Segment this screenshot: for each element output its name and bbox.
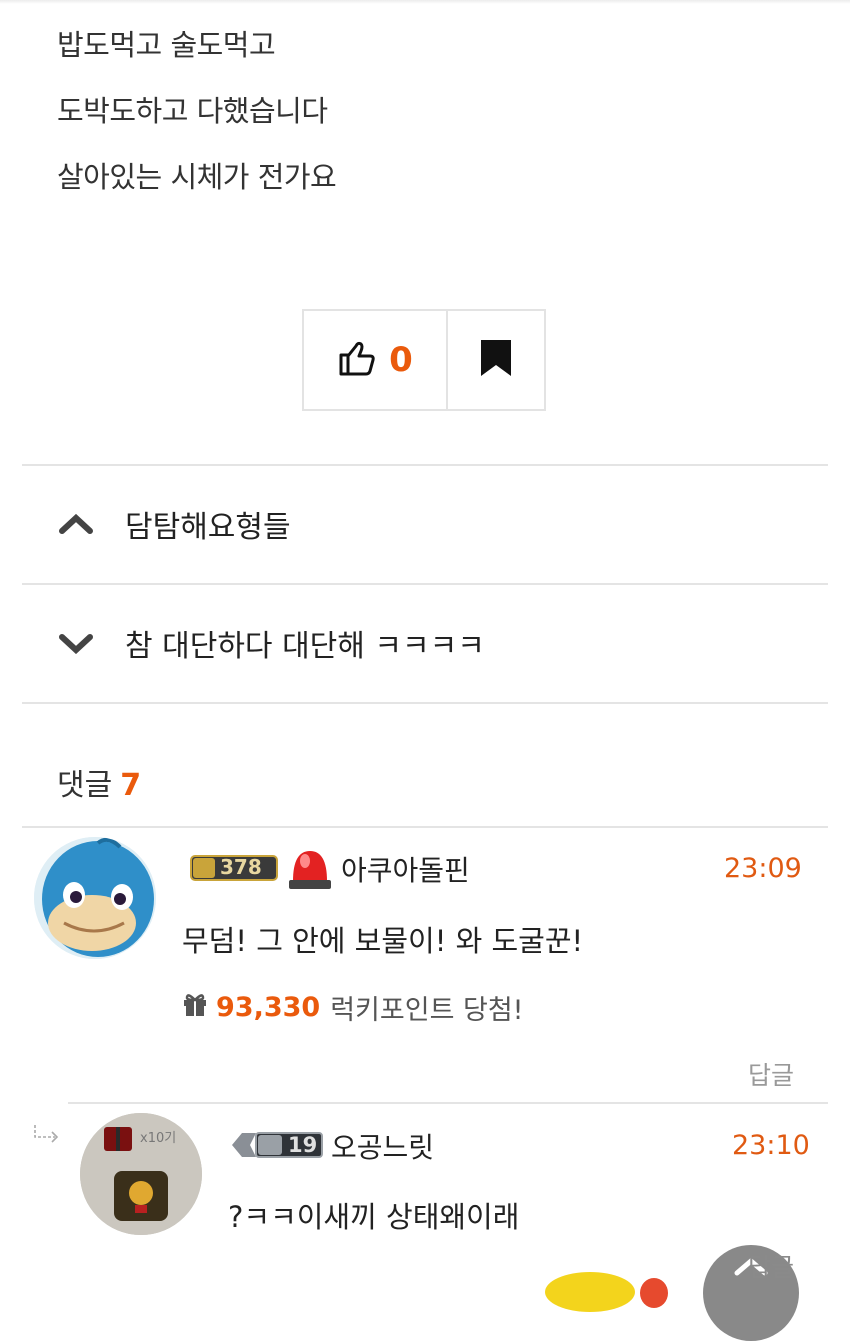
top-shadow [0, 0, 850, 4]
dolphin-avatar-icon [34, 837, 156, 959]
comment-text: ?ㅋㅋ이새끼 상태왜이래 [228, 1200, 520, 1234]
gift-icon [182, 991, 208, 1024]
post-actions: 0 [302, 309, 546, 411]
comment-nickname[interactable]: 오공느릿 [331, 1126, 434, 1166]
divider [68, 1102, 828, 1104]
post-line-3: 살아있는 시체가 전가요 [57, 160, 337, 194]
next-post-link[interactable]: 참 대단하다 대단해 ㅋㅋㅋㅋ [22, 585, 828, 701]
prev-post-link[interactable]: 담탐해요형들 [22, 466, 828, 582]
post-line-2: 도박도하고 다했습니다 [57, 94, 328, 128]
comments-count: 7 [120, 768, 142, 803]
like-button[interactable]: 0 [304, 311, 448, 409]
avatar[interactable]: x10기 [80, 1113, 202, 1235]
comment-text: 무덤! 그 안에 보물이! 와 도굴꾼! [182, 924, 584, 958]
rank-number: 378 [220, 855, 262, 879]
like-count: 0 [389, 340, 413, 380]
rank-number: 19 [288, 1133, 318, 1157]
reply-button[interactable]: 답글 [748, 1248, 794, 1284]
comment-time: 23:10 [732, 1130, 810, 1161]
prev-post-title: 담탐해요형들 [125, 510, 291, 545]
reply-arrow-icon [33, 1124, 61, 1148]
rank-badge: 378 [190, 853, 278, 883]
chevron-down-icon [57, 624, 95, 662]
comment-time: 23:09 [724, 853, 802, 884]
chevron-up-icon [57, 505, 95, 543]
bookmark-icon [480, 339, 512, 381]
decorative-shape [640, 1278, 668, 1308]
avatar-caption: x10기 [140, 1131, 177, 1146]
rank-badge: 19 [230, 1130, 324, 1160]
bookmark-button[interactable] [448, 311, 544, 409]
avatar[interactable] [34, 837, 156, 959]
siren-icon [285, 847, 335, 891]
next-post-title: 참 대단하다 대단해 ㅋㅋㅋㅋ [125, 629, 485, 664]
thumbs-up-icon [337, 338, 377, 382]
lucky-points: 93,330 [216, 992, 321, 1023]
post-line-1: 밥도먹고 술도먹고 [57, 28, 276, 62]
divider [22, 826, 828, 828]
lucky-text: 럭키포인트 당첨! [330, 995, 524, 1026]
comment-nickname[interactable]: 아쿠아돌핀 [341, 849, 470, 889]
divider [22, 702, 828, 704]
comments-header: 댓글 7 [57, 760, 141, 804]
reply-button[interactable]: 답글 [748, 1056, 794, 1092]
comments-label: 댓글 [57, 768, 113, 803]
lucky-point-notice: 93,330 럭키포인트 당첨! [182, 988, 524, 1027]
decorative-shape [545, 1272, 635, 1312]
